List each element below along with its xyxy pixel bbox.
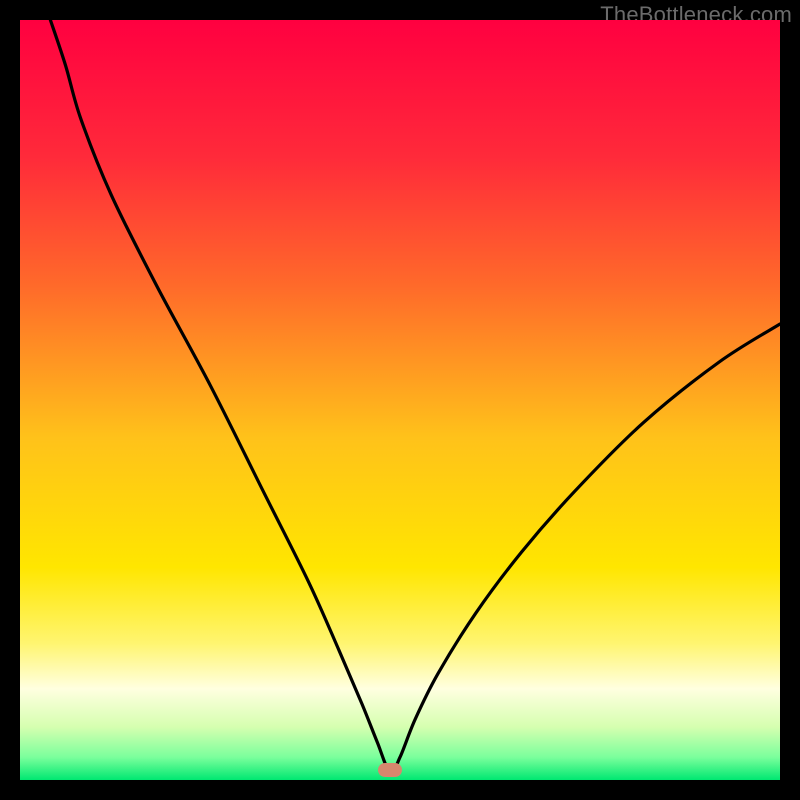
optimum-marker bbox=[378, 763, 402, 777]
plot-area bbox=[20, 20, 780, 780]
chart-frame: TheBottleneck.com bbox=[0, 0, 800, 800]
curve-line bbox=[50, 20, 780, 773]
bottleneck-curve bbox=[20, 20, 780, 780]
